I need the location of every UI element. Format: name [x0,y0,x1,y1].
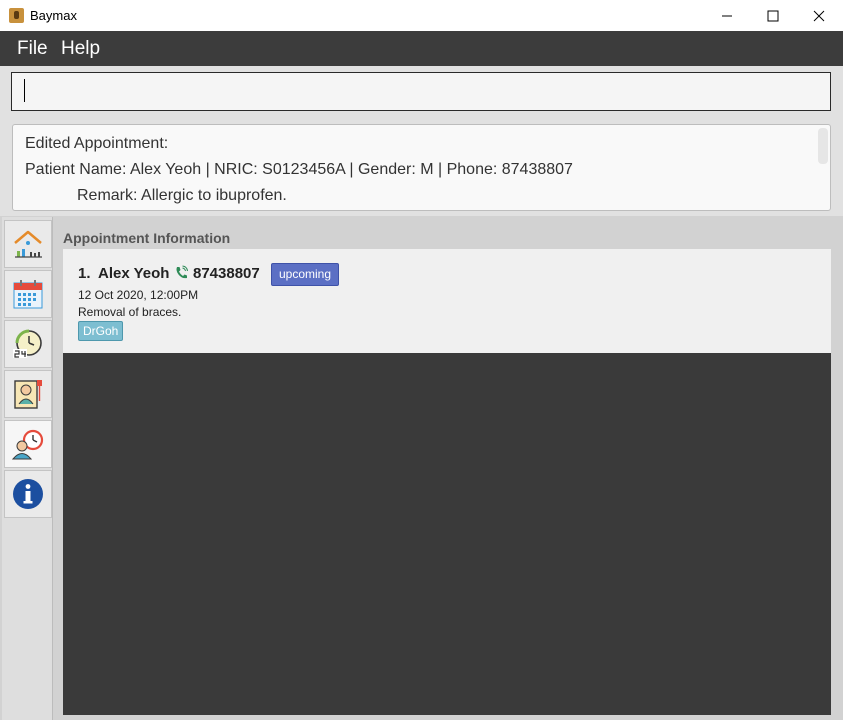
title-bar: Baymax [0,0,843,31]
close-icon [813,10,825,21]
tab-home[interactable] [4,220,52,268]
sidebar [2,217,53,720]
menu-help[interactable]: Help [61,38,100,60]
patient-phone: 87438807 [193,265,260,282]
status-badge: upcoming [271,263,340,286]
text-caret [24,79,25,102]
close-button[interactable] [796,0,842,31]
home-dashboard-icon [14,230,42,258]
app-icon [9,8,24,23]
result-line-3: Remark: Allergic to ibuprofen. [77,187,287,204]
tab-appointments[interactable] [4,420,52,468]
command-input[interactable] [11,72,831,111]
appointment-list[interactable]: 1. Alex Yeoh 87438807 upcoming 12 Oct 20… [63,249,831,715]
minimize-icon [722,15,732,16]
menu-file[interactable]: File [17,38,48,60]
command-area [0,66,843,118]
tab-info[interactable] [4,470,52,518]
appointment-card[interactable]: 1. Alex Yeoh 87438807 upcoming 12 Oct 20… [63,249,831,353]
doctor-tag: DrGoh [78,321,124,341]
appointment-datetime: 12 Oct 2020, 12:00PM [78,288,199,302]
phone-icon [176,265,188,279]
tab-schedule[interactable] [4,320,52,368]
info-icon [13,479,43,509]
clock-24h-icon [13,329,42,358]
appointment-index: 1. [78,265,91,282]
menu-bar: File Help [0,31,843,66]
panel-title: Appointment Information [63,230,231,246]
tab-patients[interactable] [4,370,52,418]
patient-name: Alex Yeoh [98,265,170,282]
doctor-appointment-icon [11,429,44,460]
maximize-button[interactable] [750,0,796,31]
calendar-icon [13,280,43,309]
result-display[interactable]: Edited Appointment: Patient Name: Alex Y… [12,124,831,211]
maximize-icon [767,10,779,21]
result-line-2: Patient Name: Alex Yeoh | NRIC: S0123456… [25,161,573,178]
tab-calendar[interactable] [4,270,52,318]
window-title: Baymax [30,8,77,23]
minimize-button[interactable] [704,0,750,31]
patient-record-icon [14,380,42,409]
result-area: Edited Appointment: Patient Name: Alex Y… [0,118,843,216]
result-scrollbar[interactable] [818,128,828,164]
appointment-description: Removal of braces. [78,305,182,319]
result-line-1: Edited Appointment: [25,135,169,152]
